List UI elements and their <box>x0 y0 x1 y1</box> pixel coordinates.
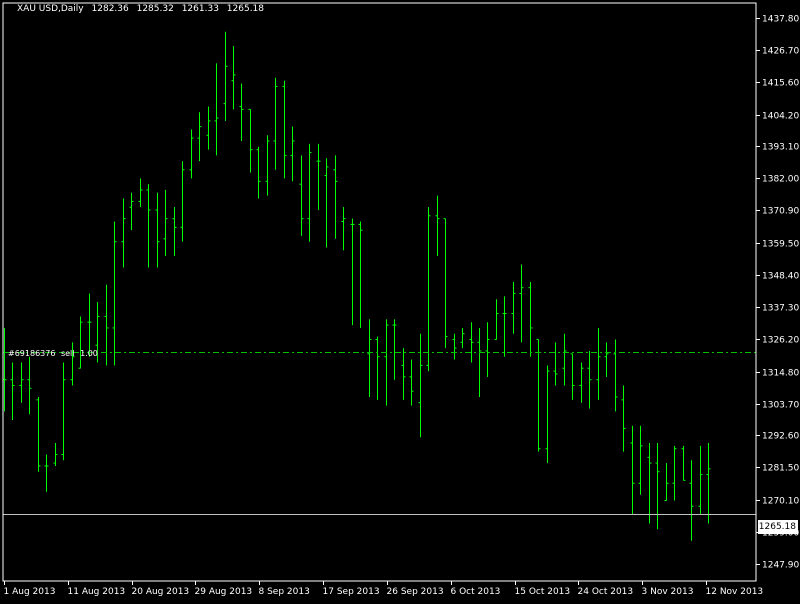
x-tick-label: 3 Nov 2013 <box>642 587 694 597</box>
current-price-tag: 1265.18 <box>758 520 798 534</box>
order-lots: 1.00 <box>80 349 98 358</box>
order-line-label: #69186376 sell 1.00 <box>8 349 101 358</box>
x-tick-label: 20 Aug 2013 <box>132 587 190 597</box>
open-value: 1282.36 <box>91 4 129 14</box>
price-chart[interactable]: 1437.80 1426.70 1415.60 1404.20 1393.10 1382.… <box>0 0 800 600</box>
y-tick-label: 1393.10 <box>762 143 799 153</box>
y-tick-label: 1359.50 <box>762 240 799 250</box>
y-tick-label: 1370.90 <box>762 207 799 217</box>
chart-header: XAU USD,Daily 1282.36 1285.32 1261.33 12… <box>17 4 269 14</box>
x-tick-label: 8 Sep 2013 <box>259 587 310 597</box>
order-ticket: #69186376 <box>8 349 56 358</box>
x-tick-label: 29 Aug 2013 <box>195 587 253 597</box>
y-tick-label: 1382.00 <box>762 175 799 185</box>
y-tick-label: 1426.70 <box>762 47 799 57</box>
y-tick-label: 1292.60 <box>762 432 799 442</box>
y-tick-label: 1404.20 <box>762 112 799 122</box>
y-tick-label: 1281.50 <box>762 464 799 474</box>
y-tick-label: 1326.20 <box>762 336 799 346</box>
x-tick-label: 17 Sep 2013 <box>323 587 380 597</box>
x-tick-label: 24 Oct 2013 <box>578 587 634 597</box>
y-tick-label: 1348.40 <box>762 272 799 282</box>
y-tick-label: 1303.70 <box>762 401 799 411</box>
y-tick-label: 1314.80 <box>762 369 799 379</box>
x-tick-label: 6 Oct 2013 <box>451 587 501 597</box>
chart-canvas: 1437.80 1426.70 1415.60 1404.20 1393.10 1382.… <box>0 0 800 600</box>
x-tick-label: 11 Aug 2013 <box>68 587 126 597</box>
x-tick-label: 15 Oct 2013 <box>515 587 571 597</box>
x-tick-label: 1 Aug 2013 <box>4 587 56 597</box>
close-value: 1265.18 <box>226 4 265 14</box>
y-tick-label: 1337.30 <box>762 304 799 314</box>
y-tick-label: 1270.10 <box>762 497 799 507</box>
high-value: 1285.32 <box>136 4 174 14</box>
y-tick-label: 1415.60 <box>762 79 799 89</box>
x-tick-label: 12 Nov 2013 <box>706 587 764 597</box>
symbol-label: XAU USD,Daily <box>17 4 84 14</box>
y-tick-label: 1437.80 <box>762 15 799 25</box>
y-tick-label: 1247.90 <box>762 561 799 571</box>
x-tick-label: 26 Sep 2013 <box>387 587 444 597</box>
low-value: 1261.33 <box>181 4 219 14</box>
order-type: sell <box>60 349 75 358</box>
